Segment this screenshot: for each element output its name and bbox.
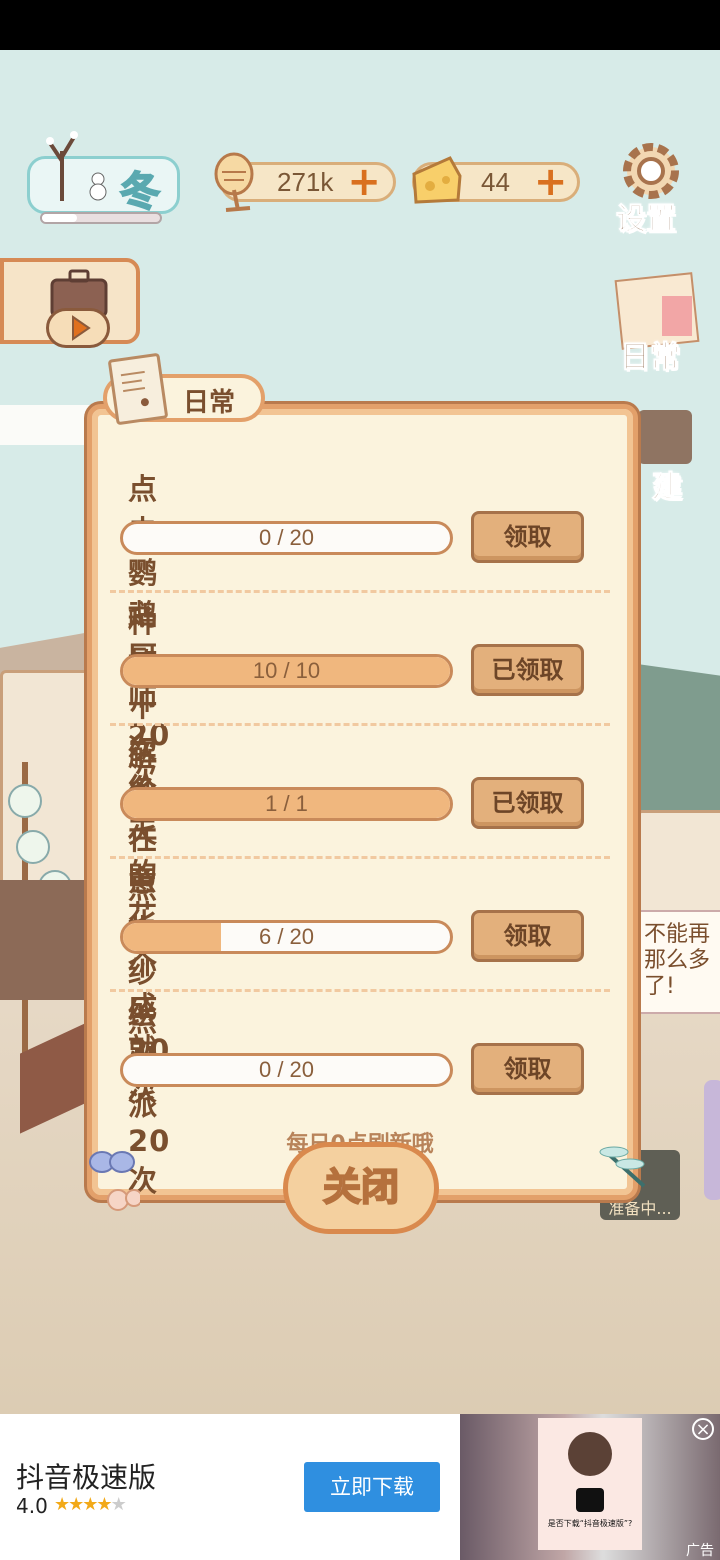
- daily-label: 日常: [620, 340, 681, 376]
- star-icon: ★: [82, 1494, 98, 1515]
- task-divider: [110, 590, 610, 593]
- build-label: 建: [652, 470, 683, 506]
- build-button[interactable]: 建: [638, 410, 698, 506]
- gear-icon: [620, 140, 682, 202]
- dialog-tab-label: 日常: [183, 388, 236, 418]
- download-button[interactable]: 立即下载: [304, 1462, 440, 1512]
- task-progress-bar: 0 / 20: [120, 521, 453, 555]
- roof-right: [640, 664, 720, 826]
- video-reward-button[interactable]: [0, 258, 140, 348]
- rating-stars: ★★★★★: [54, 1494, 127, 1515]
- tree-icon: [42, 121, 82, 201]
- fish-value: 271k: [277, 166, 334, 197]
- note-paper-icon: [107, 352, 169, 426]
- lantern: [16, 830, 50, 864]
- claim-button[interactable]: 已领取: [471, 777, 584, 829]
- house-left-lower: [0, 880, 95, 1000]
- season-progress-fill: [42, 214, 78, 222]
- speech-bubble: 不能再 那么多 了!: [636, 910, 720, 1014]
- claim-button[interactable]: 领取: [471, 910, 584, 962]
- star-icon: ★: [110, 1494, 127, 1515]
- tiktok-logo-icon: [576, 1488, 604, 1512]
- task-progress-text: 0 / 20: [258, 1057, 315, 1082]
- task-progress-bar: 0 / 20: [120, 1053, 453, 1087]
- task-progress-text: 0 / 20: [258, 525, 315, 550]
- speech-line: 那么多: [644, 948, 711, 973]
- claim-button[interactable]: 领取: [471, 1043, 584, 1095]
- ad-app-name: 抖音极速版: [16, 1461, 157, 1494]
- task-progress-text: 10 / 10: [252, 658, 321, 683]
- speech-line: 不能再: [644, 922, 711, 947]
- add-cheese-button[interactable]: +: [534, 162, 568, 202]
- cheese-icon: [410, 152, 462, 208]
- settings-button[interactable]: 设置: [612, 140, 692, 238]
- star-icon: ★: [54, 1494, 70, 1515]
- claim-button[interactable]: 已领取: [471, 644, 584, 696]
- task-divider: [110, 723, 610, 726]
- dragonfly-icon: [594, 1142, 654, 1192]
- star-icon: ★: [68, 1494, 84, 1515]
- daily-button[interactable]: 日常: [612, 272, 700, 376]
- butterfly-icon: [88, 1148, 143, 1211]
- ad-rating: 4.0: [16, 1494, 48, 1518]
- ribbon-icon: [662, 296, 692, 336]
- task-divider: [110, 856, 610, 859]
- ad-corner-tag: 广告: [686, 1543, 714, 1559]
- close-button[interactable]: 关闭: [283, 1142, 439, 1234]
- snowman-icon: [84, 171, 112, 201]
- add-fish-button[interactable]: +: [347, 162, 381, 202]
- task-progress-bar: 1 / 1: [120, 787, 453, 821]
- star-icon: ★: [96, 1494, 112, 1515]
- season-badge[interactable]: 冬: [27, 131, 180, 216]
- task-progress-text: 6 / 20: [258, 924, 315, 949]
- settings-label: 设置: [616, 202, 677, 238]
- ad-thumbnail[interactable]: 是否下载“抖音极速版”? × 广告: [460, 1414, 720, 1560]
- task-progress-bar: 6 / 20: [120, 920, 453, 954]
- lantern: [8, 784, 42, 818]
- ad-thumb-caption: 是否下载“抖音极速版”?: [547, 1519, 633, 1528]
- status-bar: [0, 0, 720, 50]
- claim-button[interactable]: 领取: [471, 511, 584, 563]
- ad-card: 是否下载“抖音极速版”?: [538, 1418, 642, 1550]
- hammer-icon: [638, 410, 692, 464]
- season-progress: [40, 212, 162, 224]
- task-divider: [110, 989, 610, 992]
- fish-bone-icon: [210, 150, 266, 216]
- play-icon: [46, 308, 110, 348]
- task-progress-text: 1 / 1: [265, 791, 308, 816]
- cheese-value: 44: [481, 166, 510, 197]
- task-progress-bar: 10 / 10: [120, 654, 453, 688]
- ad-close-icon[interactable]: ×: [692, 1418, 714, 1440]
- speech-line: 了!: [644, 974, 675, 999]
- avatar: [568, 1432, 612, 1476]
- season-label: 冬: [119, 168, 161, 216]
